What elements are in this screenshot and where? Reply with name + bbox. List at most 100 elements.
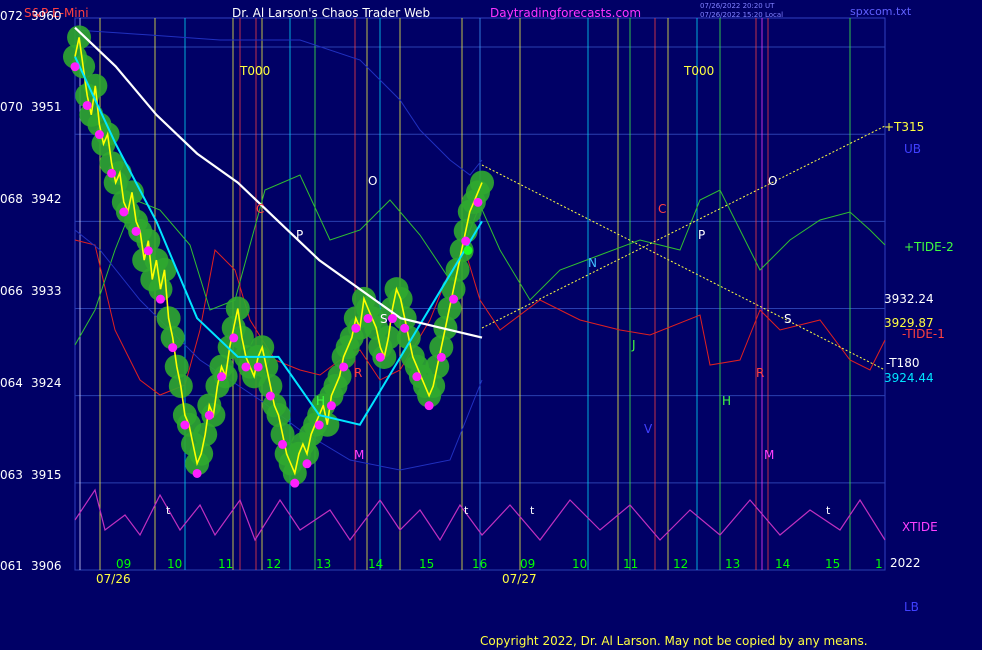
price-dot [143,246,153,256]
x-date-0: 07/26 [96,572,131,586]
marker-m-1: M [354,448,365,462]
marker-o-2: O [768,174,778,188]
price-dot [400,323,410,333]
y-tick-1: 3951 [31,100,62,114]
x-hour-10: 11 [623,557,639,571]
marker-o-1: O [368,174,378,188]
x-hour-13: 14 [775,557,791,571]
timestamp-ut: 07/26/2022 20:20 UT [700,2,775,10]
t315-projection [481,125,886,329]
marker-n-2: N [588,256,597,270]
price-dot [229,333,239,343]
t180-projection [481,164,886,371]
latest-dot [463,245,473,255]
x-hour-2: 11 [218,557,234,571]
marker-r-2: R [756,366,765,380]
marker-c-1: C [256,202,265,216]
price-dot [375,352,385,362]
upper-band-curve [74,29,483,176]
y-code-6: 061 [0,559,23,573]
marker-p-2: P [698,228,706,242]
label-ub: UB [904,142,922,156]
marker-j: J [632,338,636,352]
x-hour-8: 09 [520,557,536,571]
price-dot [473,197,483,207]
label-price-3: 3924.44 [884,371,934,385]
price-dot [107,168,117,178]
marker-c-2: C [658,202,667,216]
y-tick-6: 3906 [31,559,62,573]
x-hour-15: 1 [875,557,883,571]
marker-p-1: P [296,228,304,242]
x-date-1: 07/27 [502,572,537,586]
label-tide1: -TIDE-1 [902,327,945,341]
marker-h-2: H [722,394,732,408]
label-price-1: 3932.24 [884,292,934,306]
marker-t-1: t [166,504,171,517]
price-dot [424,401,434,411]
y-code-0: 072 [0,9,23,23]
marker-v: V [644,422,653,436]
x-hour-6: 15 [419,557,435,571]
chart-title: Dr. Al Larson's Chaos Trader Web [232,6,431,20]
x-hour-0: 09 [116,557,132,571]
marker-h-1: H [316,394,326,408]
price-dot [82,100,92,110]
price-dot [217,372,227,382]
marker-t-4: t [826,504,831,517]
marker-t000-b: T000 [684,64,715,78]
price-dot [302,459,312,469]
price-dot [94,130,104,140]
x-hour-5: 14 [368,557,384,571]
y-code-2: 068 [0,192,23,206]
y-tick-2: 3942 [31,192,62,206]
price-dot [204,410,214,420]
marker-t000-a: T000 [240,64,271,78]
price-dot [339,362,349,372]
price-dot [278,439,288,449]
y-tick-5: 3915 [31,468,62,482]
price-dot [253,362,263,372]
timestamp-local: 07/26/2022 15:20 Local [700,11,784,19]
marker-s-2: S [784,312,792,326]
site-link[interactable]: Daytradingforecasts.com [490,6,641,20]
price-dot [412,372,422,382]
marker-r-1: R [354,366,363,380]
marker-t-2: t [464,504,469,517]
y-tick-3: 3933 [31,284,62,298]
price-dot [326,401,336,411]
price-dot [155,294,165,304]
marker-m-2: M [764,448,775,462]
chart-canvas [63,17,886,571]
price-dot [436,352,446,362]
x-hour-1: 10 [167,557,183,571]
x-hour-14: 15 [825,557,841,571]
x-hour-3: 12 [266,557,282,571]
y-tick-4: 3924 [31,376,62,390]
price-dot [119,207,129,217]
label-lb: LB [904,600,919,614]
price-dot [314,420,324,430]
x-hour-12: 13 [725,557,741,571]
price-dot [449,294,459,304]
y-tick-0: 3960 [31,9,62,23]
price-dot [131,226,141,236]
price-dot [241,362,251,372]
marker-t-3: t [530,504,535,517]
y-code-4: 064 [0,376,23,390]
price-dot [351,323,361,333]
x-hour-7: 16 [472,557,488,571]
vertical-cycle-lines [79,18,851,570]
label-t315: +T315 [884,120,925,134]
x-year: 2022 [890,556,921,570]
price-dot [387,314,397,324]
label-t180: -T180 [886,356,920,370]
price-dot [180,420,190,430]
x-hour-4: 13 [316,557,332,571]
x-hour-9: 10 [572,557,588,571]
price-dot [70,62,80,72]
copyright-notice: Copyright 2022, Dr. Al Larson. May not b… [480,634,868,648]
y-code-1: 070 [0,100,23,114]
y-code-3: 066 [0,284,23,298]
price-dot [290,478,300,488]
